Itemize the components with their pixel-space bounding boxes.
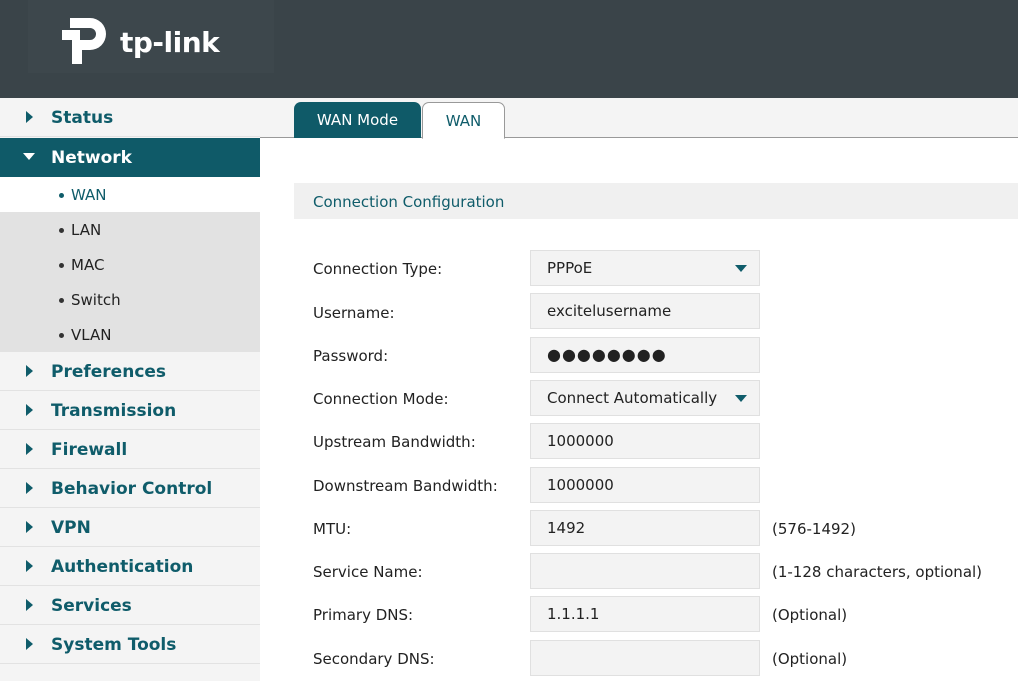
top-header: tp-link (0, 0, 1018, 98)
downstream-bandwidth-input[interactable] (530, 467, 760, 503)
network-subnav: WAN LAN MAC Switch VLAN (0, 177, 260, 352)
sidebar-item-label: Firewall (51, 440, 128, 460)
primary-dns-hint: (Optional) (772, 606, 848, 624)
bullet-icon (59, 263, 64, 268)
password-label: Password: (313, 347, 389, 365)
tab-bar: WAN Mode WAN (260, 98, 1018, 139)
sidebar: Status Network WAN LAN MAC Switch VLAN P… (0, 98, 260, 681)
caret-right-icon (26, 560, 33, 572)
caret-right-icon (26, 111, 33, 123)
chevron-down-icon (735, 265, 747, 272)
chevron-down-icon (735, 395, 747, 402)
subnav-item-label: VLAN (71, 326, 112, 344)
sidebar-item-transmission[interactable]: Transmission (0, 391, 260, 430)
sidebar-item-network[interactable]: Network (0, 138, 260, 177)
username-label: Username: (313, 304, 395, 322)
mtu-hint: (576-1492) (772, 520, 856, 538)
caret-right-icon (26, 482, 33, 494)
mtu-label: MTU: (313, 520, 352, 538)
caret-right-icon (26, 599, 33, 611)
primary-dns-label: Primary DNS: (313, 606, 414, 624)
sidebar-item-status[interactable]: Status (0, 98, 260, 137)
subnav-item-wan[interactable]: WAN (0, 177, 260, 212)
service-name-label: Service Name: (313, 563, 423, 581)
sidebar-item-services[interactable]: Services (0, 586, 260, 625)
downstream-bandwidth-label: Downstream Bandwidth: (313, 477, 498, 495)
upstream-bandwidth-label: Upstream Bandwidth: (313, 433, 476, 451)
bullet-icon (59, 193, 64, 198)
caret-right-icon (26, 443, 33, 455)
sidebar-item-label: Preferences (51, 362, 167, 382)
caret-right-icon (26, 365, 33, 377)
subnav-item-label: MAC (71, 256, 105, 274)
caret-right-icon (26, 404, 33, 416)
subnav-item-label: LAN (71, 221, 102, 239)
connection-mode-value: Connect Automatically (547, 389, 718, 407)
subnav-item-switch[interactable]: Switch (0, 282, 260, 317)
caret-down-icon (23, 153, 35, 160)
tab-wan-mode[interactable]: WAN Mode (294, 102, 421, 138)
sidebar-item-label: Status (51, 108, 114, 128)
caret-right-icon (26, 638, 33, 650)
subnav-item-lan[interactable]: LAN (0, 212, 260, 247)
sidebar-item-firewall[interactable]: Firewall (0, 430, 260, 469)
sidebar-item-behavior-control[interactable]: Behavior Control (0, 469, 260, 508)
username-input[interactable] (530, 293, 760, 329)
connection-type-select[interactable]: PPPoE (530, 250, 760, 286)
subnav-item-mac[interactable]: MAC (0, 247, 260, 282)
subnav-item-vlan[interactable]: VLAN (0, 317, 260, 352)
subnav-item-label: Switch (71, 291, 121, 309)
sidebar-item-label: Transmission (51, 401, 177, 421)
bullet-icon (59, 228, 64, 233)
connection-type-value: PPPoE (547, 259, 593, 277)
password-input[interactable]: ●●●●●●●● (530, 337, 760, 373)
upstream-bandwidth-input[interactable] (530, 423, 760, 459)
primary-dns-input[interactable] (530, 596, 760, 632)
caret-right-icon (26, 521, 33, 533)
bullet-icon (59, 298, 64, 303)
subnav-item-label: WAN (71, 186, 107, 204)
sidebar-item-authentication[interactable]: Authentication (0, 547, 260, 586)
section-header: Connection Configuration (294, 183, 1018, 219)
secondary-dns-input[interactable] (530, 640, 760, 676)
brand-name: tp-link (120, 26, 220, 59)
mtu-input[interactable] (530, 510, 760, 546)
service-name-input[interactable] (530, 553, 760, 589)
section-title: Connection Configuration (313, 193, 505, 211)
sidebar-item-label: Behavior Control (51, 479, 213, 499)
sidebar-item-label: Authentication (51, 557, 194, 577)
tp-link-logo-icon (62, 18, 106, 64)
sidebar-item-label: Services (51, 596, 132, 616)
connection-type-label: Connection Type: (313, 260, 443, 278)
tab-wan[interactable]: WAN (422, 102, 505, 139)
sidebar-item-system-tools[interactable]: System Tools (0, 625, 260, 664)
sidebar-item-preferences[interactable]: Preferences (0, 352, 260, 391)
sidebar-item-label: VPN (51, 518, 91, 538)
sidebar-item-label: System Tools (51, 635, 177, 655)
sidebar-item-vpn[interactable]: VPN (0, 508, 260, 547)
service-name-hint: (1-128 characters, optional) (772, 563, 983, 581)
connection-mode-label: Connection Mode: (313, 390, 449, 408)
connection-mode-select[interactable]: Connect Automatically (530, 380, 760, 416)
secondary-dns-label: Secondary DNS: (313, 650, 435, 668)
bullet-icon (59, 333, 64, 338)
secondary-dns-hint: (Optional) (772, 650, 848, 668)
sidebar-item-label: Network (51, 148, 132, 168)
